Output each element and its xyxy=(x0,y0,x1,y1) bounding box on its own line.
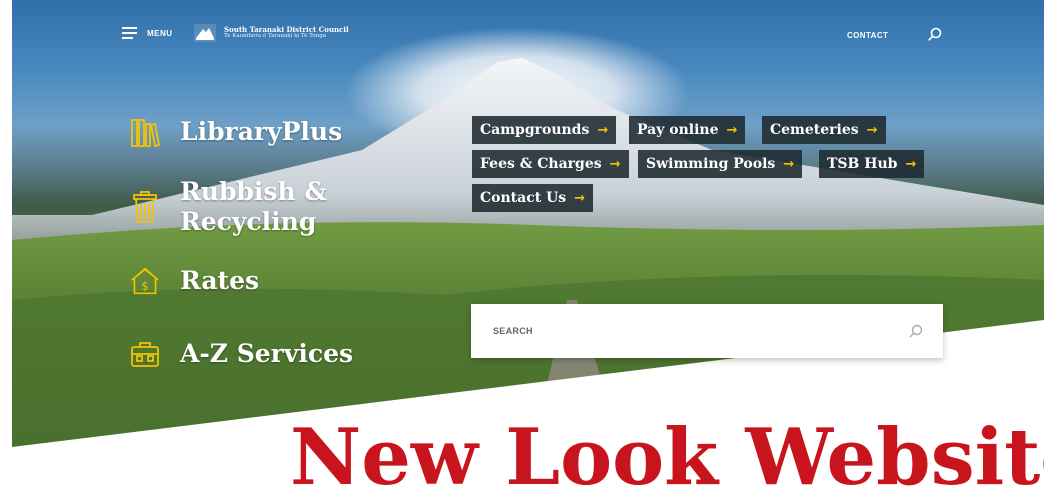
quick-link-pay-online[interactable]: Pay online → xyxy=(629,116,746,144)
service-label: Rubbish & xyxy=(180,177,327,206)
page-headline: New Look Website xyxy=(290,412,1044,503)
arrow-right-icon: → xyxy=(609,157,621,172)
hamburger-icon xyxy=(122,27,137,39)
service-libraryplus[interactable]: LibraryPlus xyxy=(130,115,342,149)
top-navigation: MENU South Taranaki District Council Te … xyxy=(0,0,1044,70)
service-label: Rates xyxy=(180,266,260,295)
search-icon[interactable] xyxy=(928,27,942,41)
house-dollar-icon: $ xyxy=(130,264,160,298)
contact-link[interactable]: CONTACT xyxy=(847,31,888,40)
menu-button[interactable]: MENU xyxy=(122,27,173,39)
search-box xyxy=(471,304,943,358)
briefcase-icon xyxy=(130,337,160,371)
arrow-right-icon: → xyxy=(574,191,586,206)
arrow-right-icon: → xyxy=(783,157,795,172)
quick-link-campgrounds[interactable]: Campgrounds → xyxy=(472,116,617,144)
service-rubbish-recycling[interactable]: Rubbish & Recycling xyxy=(130,177,327,237)
arrow-right-icon: → xyxy=(597,123,609,138)
service-label: LibraryPlus xyxy=(180,117,343,146)
service-label-line2: Recycling xyxy=(180,207,317,236)
council-logo[interactable]: South Taranaki District Council Te Kauni… xyxy=(194,24,349,42)
quick-link-swimming-pools[interactable]: Swimming Pools → xyxy=(638,150,803,178)
arrow-right-icon: → xyxy=(726,123,738,138)
quick-link-fees-charges[interactable]: Fees & Charges → xyxy=(472,150,629,178)
quick-link-tsb-hub[interactable]: TSB Hub → xyxy=(819,150,925,178)
quick-link-contact-us[interactable]: Contact Us → xyxy=(472,184,594,212)
arrow-right-icon: → xyxy=(905,157,917,172)
service-label: A-Z Services xyxy=(180,339,354,368)
arrow-right-icon: → xyxy=(866,123,878,138)
service-a-z[interactable]: A-Z Services xyxy=(130,337,353,371)
menu-label: MENU xyxy=(147,28,173,38)
books-icon xyxy=(130,115,160,149)
svg-text:$: $ xyxy=(141,279,148,293)
search-input[interactable] xyxy=(491,325,909,337)
bin-icon xyxy=(130,190,160,224)
search-icon[interactable] xyxy=(909,324,923,338)
quick-link-cemeteries[interactable]: Cemeteries → xyxy=(762,116,886,144)
service-rates[interactable]: $ Rates xyxy=(130,264,259,298)
council-logo-icon xyxy=(194,24,216,42)
logo-subtitle: Te Kaunihera ō Taranaki ki Te Tonga xyxy=(224,32,327,39)
